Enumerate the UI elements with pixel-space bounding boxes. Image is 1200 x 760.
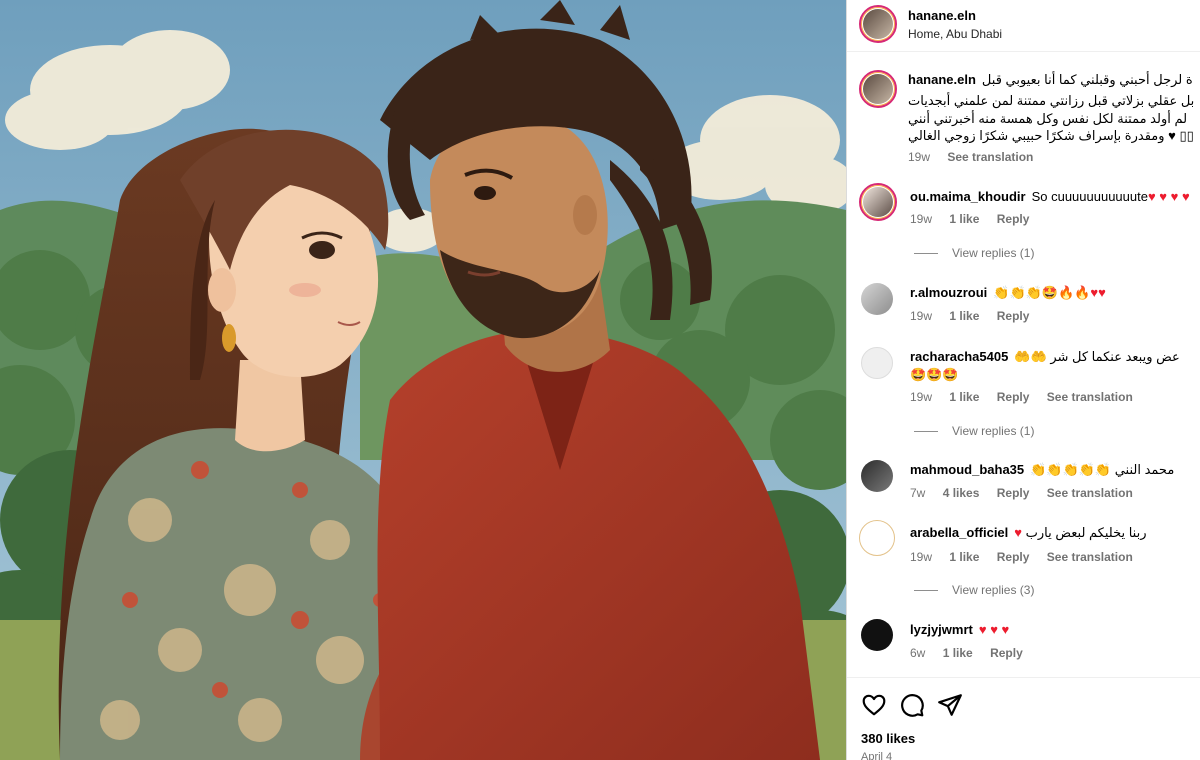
comment-reply-button[interactable]: Reply [997,212,1030,226]
comment-meta: 19w 1 like Reply [910,212,1030,226]
comment-meta: 19w 1 like Reply [910,309,1030,323]
comment-text: lyzjyjwmrt ♥ ♥ ♥ [910,622,1010,637]
caption-meta: 19w See translation [908,150,1047,164]
author-avatar[interactable] [859,5,897,43]
comment-username[interactable]: ou.maima_khoudir [910,189,1026,204]
likes-count[interactable]: 380 likes [861,731,915,746]
illustration-couple [0,0,846,760]
comment-meta: 19w 1 like Reply See translation [910,390,1133,404]
share-button[interactable] [937,692,963,718]
caption-username[interactable]: hanane.eln [908,72,976,87]
comment-avatar[interactable] [861,619,893,651]
caption-see-translation[interactable]: See translation [947,150,1033,164]
comment-text: r.almouzroui 👏👏👏🤩🔥🔥♥♥ [910,285,1106,300]
caption-author-avatar[interactable] [859,70,897,108]
comment-avatar[interactable] [861,347,893,379]
paper-plane-icon [938,694,962,716]
comment-button[interactable] [899,692,925,718]
actions-divider [847,677,1200,678]
comment-text: ou.maima_khoudir So cuuuuuuuuuuute♥ ♥ ♥ ♥ [910,189,1190,204]
comment-avatar[interactable] [861,460,893,492]
author-username[interactable]: hanane.eln [908,8,976,23]
caption-line-3: لم أولد ممتنة لكل نفس وكل همسة منه أخبرت… [908,111,1188,126]
post-sidebar: hanane.eln Home, Abu Dhabi hanane.eln ة ل… [847,0,1200,760]
view-replies-button[interactable]: View replies (3) [914,583,1034,597]
comment-reply-button[interactable]: Reply [997,309,1030,323]
heart-outline-icon [862,694,886,716]
caption-time: 19w [908,150,931,164]
comment-meta: 6w 1 like Reply [910,646,1023,660]
comment-avatar[interactable] [859,183,897,221]
comment-likes[interactable]: 1 like [949,212,979,226]
comment-text: mahmoud_baha35 👏👏👏👏👏 محمد النني [910,462,1175,477]
comment-text: arabella_officiel ♥ ربنا يخليكم لبعض يارب [910,525,1147,540]
like-button[interactable] [861,692,887,718]
view-replies-button[interactable]: View replies (1) [914,424,1034,438]
comment-bubble-icon [901,694,924,717]
caption-line-2: بل عقلي بزلاتي قبل رزانتي ممتنة لمن علمن… [908,93,1195,108]
view-replies-button[interactable]: View replies (1) [914,246,1034,260]
post-location[interactable]: Home, Abu Dhabi [908,27,1002,41]
post-date: April 4 [861,751,893,760]
comment-text-line-2: 🤩🤩🤩 [910,367,959,382]
comment-text: racharacha5405 🤲🤲 عض ويبعد عنكما كل شر [910,349,1180,364]
header-divider [847,51,1200,52]
caption-line-1: hanane.eln ة لرجل أحبني وقبلني كما أنا بع… [908,72,1193,87]
caption-line-4: ومقدرة بإسراف شكرًا حبيبي شكرًا زوجي الغ… [908,128,1194,143]
instagram-post-view: hanane.eln Home, Abu Dhabi hanane.eln ة ل… [0,0,1200,760]
comment-avatar[interactable] [861,283,893,315]
comment-avatar[interactable] [859,520,895,556]
comment-meta: 19w 1 like Reply See translation [910,550,1133,564]
comment-meta: 7w 4 likes Reply See translation [910,486,1133,500]
post-image[interactable] [0,0,846,760]
